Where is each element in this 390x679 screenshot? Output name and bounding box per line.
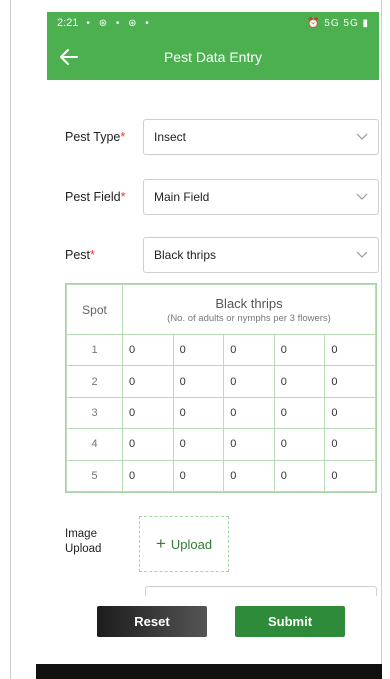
table-row: 2 0 0 0 0 0	[66, 365, 376, 398]
pest-row: Pest* Black thrips	[65, 237, 379, 273]
table-row: 3 0 0 0 0 0	[66, 396, 376, 430]
count-input[interactable]: 0	[324, 333, 376, 367]
count-input[interactable]: 0	[223, 459, 275, 493]
count-input[interactable]: 0	[223, 428, 275, 461]
count-input[interactable]: 0	[122, 333, 174, 367]
count-input[interactable]: 0	[273, 459, 326, 493]
spot-number: 4	[66, 428, 123, 461]
chevron-down-icon	[356, 248, 368, 262]
pest-field-label-text: Pest Field	[65, 190, 121, 204]
count-input[interactable]: 0	[273, 428, 326, 461]
chevron-down-icon	[356, 190, 368, 204]
system-navigation-bar	[36, 664, 382, 679]
spot-number: 1	[66, 333, 123, 367]
pest-field-label: Pest Field*	[65, 190, 143, 204]
reset-button[interactable]: Reset	[97, 606, 207, 637]
upload-button[interactable]: + Upload	[139, 516, 229, 572]
count-input[interactable]: 0	[172, 396, 225, 430]
required-marker: *	[120, 190, 126, 204]
pest-label: Pest*	[65, 248, 143, 262]
pest-type-label-text: Pest Type	[65, 130, 121, 144]
pest-type-select[interactable]: Insect	[143, 119, 379, 155]
count-input[interactable]: 0	[223, 333, 275, 367]
table-header: Black thrips (No. of adults or nymphs pe…	[122, 284, 376, 335]
count-input[interactable]: 0	[273, 333, 326, 367]
count-input[interactable]: 0	[324, 365, 376, 398]
count-input[interactable]: 0	[172, 333, 225, 367]
table-row: 4 0 0 0 0 0	[66, 428, 376, 461]
count-input[interactable]: 0	[223, 365, 275, 398]
chevron-down-icon	[356, 130, 368, 144]
plus-icon: +	[155, 534, 166, 553]
count-input[interactable]: 0	[122, 396, 174, 430]
pest-count-table: Spot Black thrips (No. of adults or nymp…	[65, 283, 377, 493]
pest-label-text: Pest	[65, 248, 91, 262]
status-bar: 2:21 • ⊛ • ⊛ • ⏰ 5G 5G ▮	[47, 12, 379, 34]
pest-field-value: Main Field	[154, 190, 210, 204]
pest-type-row: Pest Type* Insect	[65, 119, 379, 155]
pest-value: Black thrips	[154, 248, 217, 262]
table-row: 5 0 0 0 0 0	[66, 459, 376, 493]
upload-button-label: Upload	[170, 536, 213, 552]
page-title: Pest Data Entry	[163, 49, 263, 65]
count-input[interactable]: 0	[324, 396, 376, 430]
count-input[interactable]: 0	[122, 459, 174, 493]
submit-button[interactable]: Submit	[235, 606, 345, 637]
spot-header: Spot	[66, 284, 123, 335]
image-upload-label: Image Upload	[65, 527, 101, 557]
pest-field-row: Pest Field* Main Field	[65, 179, 379, 215]
arrow-left-icon-svg	[60, 49, 78, 65]
count-input[interactable]: 0	[324, 459, 376, 493]
table-row: 1 0 0 0 0 0	[66, 333, 376, 367]
count-input[interactable]: 0	[172, 459, 225, 493]
table-title: Black thrips	[215, 295, 283, 311]
spot-number: 5	[66, 459, 123, 493]
image-upload-label-line1: Image	[65, 528, 97, 540]
count-input[interactable]: 0	[223, 396, 275, 430]
pest-type-value: Insect	[154, 130, 187, 144]
table-subtitle: (No. of adults or nymphs per 3 flowers)	[167, 312, 331, 324]
count-input[interactable]: 0	[122, 365, 174, 398]
count-input[interactable]: 0	[122, 428, 174, 461]
notification-icons: • ⊛ • ⊛ •	[86, 17, 152, 29]
pest-select[interactable]: Black thrips	[143, 237, 379, 273]
pest-type-label: Pest Type*	[65, 130, 143, 144]
count-input[interactable]: 0	[273, 365, 326, 398]
image-upload-label-line2: Upload	[65, 543, 102, 555]
status-time: 2:21	[57, 17, 79, 29]
partially-visible-field[interactable]	[145, 586, 377, 596]
system-icons: ⏰ 5G 5G ▮	[307, 17, 369, 29]
app-bar: Pest Data Entry	[47, 34, 379, 80]
arrow-left-icon[interactable]	[47, 34, 91, 80]
count-input[interactable]: 0	[172, 428, 225, 461]
count-input[interactable]: 0	[172, 365, 225, 398]
spot-number: 2	[66, 365, 123, 398]
phone-frame: 2:21 • ⊛ • ⊛ • ⏰ 5G 5G ▮ Pest Data Entry…	[10, 0, 382, 679]
pest-field-select[interactable]: Main Field	[143, 179, 379, 215]
count-input[interactable]: 0	[324, 428, 376, 461]
spot-number: 3	[66, 396, 123, 430]
count-input[interactable]: 0	[273, 396, 326, 430]
required-marker: *	[90, 248, 95, 262]
required-marker: *	[120, 130, 126, 144]
